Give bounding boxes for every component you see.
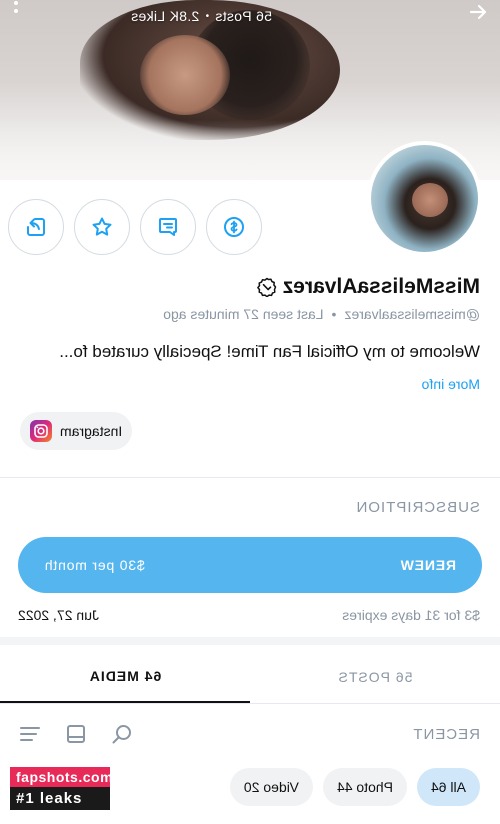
content-tabs: 56 POSTS 64 MEDIA <box>0 650 500 704</box>
expire-row: $3 for 31 days expires Jun 27, 2022 <box>18 607 480 623</box>
search-icon[interactable] <box>110 722 134 746</box>
last-seen: Last seen 27 minutes ago <box>163 306 324 322</box>
bio-text: Welcome to my Official Fan Time! Special… <box>59 342 480 361</box>
media-tools <box>18 722 134 746</box>
cover-stats: 56 Posts • 2.8K Likes <box>131 8 272 24</box>
media-toolbar: RECENT <box>18 722 480 746</box>
display-name: MissMelissaAlvarez <box>282 275 480 298</box>
expire-date: Jun 27, 2022 <box>18 607 99 623</box>
subscription-title: SUBSCRIPTION <box>355 499 480 516</box>
media-filters: All 64 Photo 44 Video 20 <box>229 768 480 806</box>
meta-separator: • <box>331 306 337 322</box>
name-row: MissMelissaAlvarez <box>256 275 480 299</box>
watermark-line2: #1 leaks <box>10 787 110 810</box>
profile-meta: @missmelissaalvarez • Last seen 27 minut… <box>163 306 480 322</box>
likes-stat: 2.8K Likes <box>130 8 200 24</box>
expire-text: $3 for 31 days expires <box>342 607 480 623</box>
recent-label: RECENT <box>412 725 480 743</box>
subscription-price: $30 per month <box>44 557 145 573</box>
more-info-link[interactable]: More info <box>422 376 480 392</box>
instagram-label: Instagram <box>60 423 123 439</box>
filter-photo[interactable]: Photo 44 <box>322 768 407 806</box>
instagram-chip[interactable]: Instagram <box>20 412 133 450</box>
filter-video[interactable]: Video 20 <box>229 768 313 806</box>
renew-label: RENEW <box>399 557 456 573</box>
sort-icon[interactable] <box>18 722 42 746</box>
username: @missmelissaalvarez <box>344 306 480 322</box>
tab-posts[interactable]: 56 POSTS <box>250 650 500 703</box>
tab-media[interactable]: 64 MEDIA <box>0 650 250 703</box>
instagram-icon <box>30 420 52 442</box>
verified-icon <box>256 277 276 297</box>
posts-stat: 56 Posts <box>215 8 272 24</box>
renew-button[interactable]: RENEW $30 per month <box>18 537 482 593</box>
filter-all[interactable]: All 64 <box>416 768 480 806</box>
grid-view-icon[interactable] <box>64 722 88 746</box>
stats-separator: • <box>205 10 210 22</box>
watermark-line1: fapshots.com <box>10 767 113 787</box>
watermark-logo: fapshots.com #1 leaks <box>10 767 113 815</box>
